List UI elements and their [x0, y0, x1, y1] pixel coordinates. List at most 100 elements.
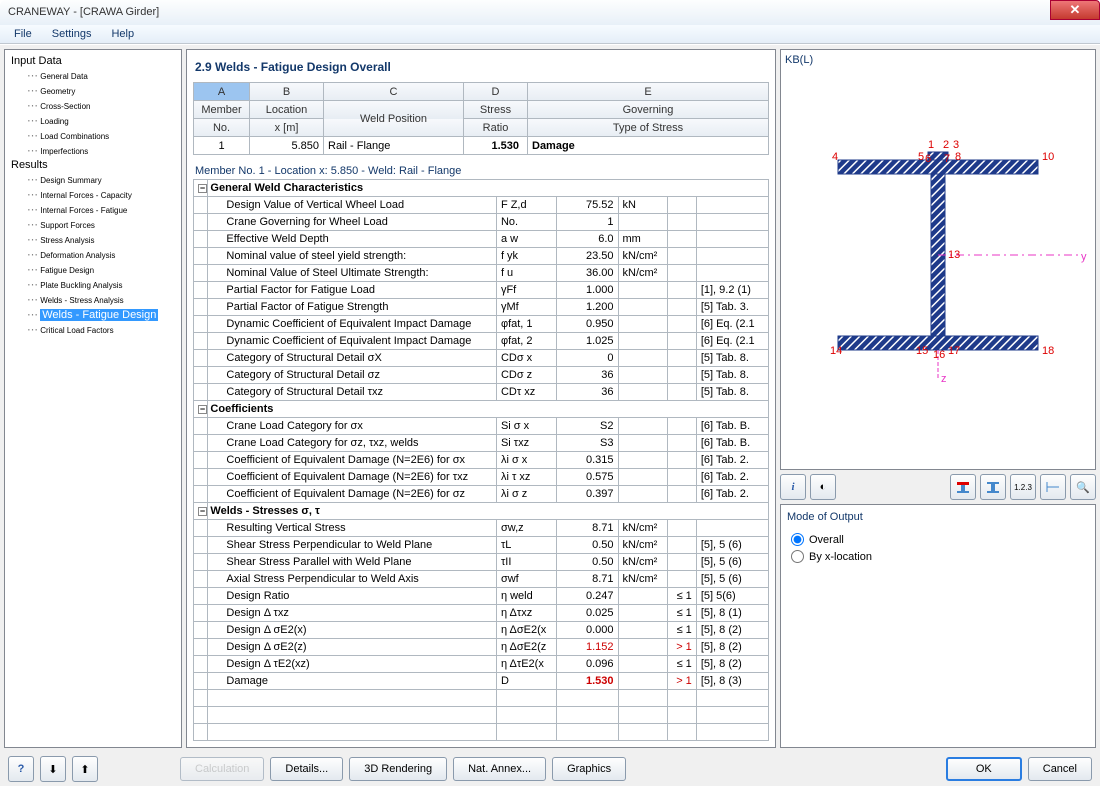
detail-row[interactable]: Crane Load Category for σxSi σ xS2[6] Ta… — [194, 418, 769, 435]
annex-button[interactable]: Nat. Annex... — [453, 757, 546, 781]
menubar: File Settings Help — [0, 25, 1100, 45]
help-button[interactable]: ? — [8, 756, 34, 782]
col-a[interactable]: A — [194, 83, 250, 101]
tree-item[interactable]: ⋯ Welds - Stress Analysis — [7, 292, 179, 307]
tree-item[interactable]: ⋯ Cross-Section — [7, 98, 179, 113]
tree-item[interactable]: ⋯ Internal Forces - Capacity — [7, 187, 179, 202]
info-button[interactable]: i — [780, 474, 806, 500]
detail-row[interactable]: Partial Factor for Fatigue LoadγFf1.000[… — [194, 282, 769, 299]
mode-panel: Mode of Output Overall By x-location — [780, 504, 1096, 748]
svg-text:13: 13 — [948, 249, 960, 261]
menu-help[interactable]: Help — [101, 26, 144, 42]
export-button[interactable]: ⬆ — [72, 756, 98, 782]
import-button[interactable]: ⬇ — [40, 756, 66, 782]
dimensions-button[interactable] — [1040, 474, 1066, 500]
close-button[interactable]: ✕ — [1050, 0, 1100, 20]
tree-item[interactable]: ⋯ General Data — [7, 68, 179, 83]
panel-title: 2.9 Welds - Fatigue Design Overall — [193, 56, 769, 82]
tree-item[interactable]: ⋯ Support Forces — [7, 217, 179, 232]
cancel-button[interactable]: Cancel — [1028, 757, 1092, 781]
print-button[interactable]: 🔍 — [1070, 474, 1096, 500]
detail-row[interactable]: Design Δ σE2(x)η ΔσE2(x0.000≤ 1[5], 8 (2… — [194, 622, 769, 639]
detail-row[interactable]: Nominal Value of Steel Ultimate Strength… — [194, 265, 769, 282]
tree-item[interactable]: ⋯ Imperfections — [7, 143, 179, 158]
detail-row[interactable]: Partial Factor of Fatigue StrengthγMf1.2… — [194, 299, 769, 316]
detail-row[interactable]: Dynamic Coefficient of Equivalent Impact… — [194, 316, 769, 333]
tree-item[interactable]: ⋯ Fatigue Design — [7, 262, 179, 277]
summary-table[interactable]: A B C D E Member Location Weld Position … — [193, 82, 769, 155]
tree-item[interactable]: ⋯ Plate Buckling Analysis — [7, 277, 179, 292]
detail-row[interactable]: Dynamic Coefficient of Equivalent Impact… — [194, 333, 769, 350]
svg-text:14: 14 — [830, 345, 842, 357]
detail-row[interactable]: Category of Structural Detail σXCDσ x0[5… — [194, 350, 769, 367]
table-row[interactable]: 1 5.850 Rail - Flange 1.530 Damage — [194, 137, 769, 155]
window-title: CRANEWAY - [CRAWA Girder] — [8, 6, 159, 18]
ibeam-diagram: y z 123 456 7810 13 141516 1718 — [788, 110, 1088, 410]
graphics-button[interactable]: Graphics — [552, 757, 626, 781]
detail-row[interactable]: Design Ratioη weld0.247≤ 1[5] 5(6) — [194, 588, 769, 605]
menu-file[interactable]: File — [4, 26, 42, 42]
col-c[interactable]: C — [324, 83, 464, 101]
tree-input-data[interactable]: Input Data — [7, 54, 179, 68]
svg-text:5: 5 — [918, 151, 924, 163]
stress-points-button[interactable]: ◐ — [810, 474, 836, 500]
tree-item[interactable]: ⋯ Load Combinations — [7, 128, 179, 143]
col-d[interactable]: D — [464, 83, 528, 101]
calculation-button[interactable]: Calculation — [180, 757, 264, 781]
svg-text:z: z — [941, 373, 947, 385]
tree-item[interactable]: ⋯ Loading — [7, 113, 179, 128]
detail-header: Member No. 1 - Location x: 5.850 - Weld:… — [193, 155, 769, 179]
app-window: CRANEWAY - [CRAWA Girder] ✕ File Setting… — [0, 0, 1100, 786]
details-button[interactable]: Details... — [270, 757, 343, 781]
menu-settings[interactable]: Settings — [42, 26, 102, 42]
section-header[interactable]: −General Weld Characteristics — [194, 180, 769, 197]
ok-button[interactable]: OK — [946, 757, 1022, 781]
tree-item[interactable]: ⋯ Internal Forces - Fatigue — [7, 202, 179, 217]
svg-text:2: 2 — [943, 139, 949, 151]
detail-row[interactable]: Design Value of Vertical Wheel LoadF Z,d… — [194, 197, 769, 214]
view-1-button[interactable] — [950, 474, 976, 500]
tree-item[interactable]: ⋯ Deformation Analysis — [7, 247, 179, 262]
footer: ? ⬇ ⬆ Calculation Details... 3D Renderin… — [0, 752, 1100, 786]
rendering-button[interactable]: 3D Rendering — [349, 757, 447, 781]
tree-item[interactable]: ⋯ Stress Analysis — [7, 232, 179, 247]
tree-item[interactable]: ⋯ Critical Load Factors — [7, 322, 179, 337]
svg-text:3: 3 — [953, 139, 959, 151]
col-b[interactable]: B — [250, 83, 324, 101]
detail-row[interactable]: DamageD1.530> 1[5], 8 (3) — [194, 673, 769, 690]
radio-overall[interactable]: Overall — [787, 531, 1089, 548]
detail-row[interactable]: Resulting Vertical Stressσw,z8.71kN/cm² — [194, 520, 769, 537]
detail-row[interactable]: Crane Governing for Wheel LoadNo.1 — [194, 214, 769, 231]
tree-item[interactable]: ⋯ Welds - Fatigue Design — [7, 307, 179, 322]
detail-row[interactable]: Design Δ σE2(z)η ΔσE2(z1.152> 1[5], 8 (2… — [194, 639, 769, 656]
section-header[interactable]: −Coefficients — [194, 401, 769, 418]
section-preview[interactable]: KB(L) y z 123 — [780, 49, 1096, 470]
view-2-button[interactable] — [980, 474, 1006, 500]
detail-row[interactable]: Crane Load Category for σz, τxz, weldsSi… — [194, 435, 769, 452]
svg-text:1: 1 — [928, 139, 934, 151]
values-button[interactable]: 1.2.3 — [1010, 474, 1036, 500]
section-header[interactable]: −Welds - Stresses σ, τ — [194, 503, 769, 520]
detail-row[interactable]: Coefficient of Equivalent Damage (N=2E6)… — [194, 486, 769, 503]
detail-row[interactable]: Design Δ τE2(xz)η ΔτE2(x0.096≤ 1[5], 8 (… — [194, 656, 769, 673]
nav-tree[interactable]: Input Data ⋯ General Data⋯ Geometry⋯ Cro… — [4, 49, 182, 748]
detail-row[interactable]: Effective Weld Deptha w6.0mm — [194, 231, 769, 248]
detail-row[interactable]: Coefficient of Equivalent Damage (N=2E6)… — [194, 452, 769, 469]
detail-row[interactable]: Coefficient of Equivalent Damage (N=2E6)… — [194, 469, 769, 486]
detail-row[interactable]: Nominal value of steel yield strength:f … — [194, 248, 769, 265]
detail-row[interactable]: Design Δ τxzη Δτxz0.025≤ 1[5], 8 (1) — [194, 605, 769, 622]
tree-item[interactable]: ⋯ Geometry — [7, 83, 179, 98]
detail-row[interactable]: Shear Stress Perpendicular to Weld Plane… — [194, 537, 769, 554]
detail-row[interactable]: Category of Structural Detail τxzCDτ xz3… — [194, 384, 769, 401]
svg-text:8: 8 — [955, 151, 961, 163]
detail-row[interactable]: Shear Stress Parallel with Weld PlaneτII… — [194, 554, 769, 571]
detail-row[interactable]: Axial Stress Perpendicular to Weld Axisσ… — [194, 571, 769, 588]
svg-text:16: 16 — [933, 349, 945, 361]
col-e[interactable]: E — [528, 83, 769, 101]
radio-by-x[interactable]: By x-location — [787, 548, 1089, 565]
tree-item[interactable]: ⋯ Design Summary — [7, 172, 179, 187]
tree-results[interactable]: Results — [7, 158, 179, 172]
detail-table[interactable]: −General Weld CharacteristicsDesign Valu… — [193, 179, 769, 741]
svg-text:6: 6 — [925, 153, 931, 165]
detail-row[interactable]: Category of Structural Detail σzCDσ z36[… — [194, 367, 769, 384]
